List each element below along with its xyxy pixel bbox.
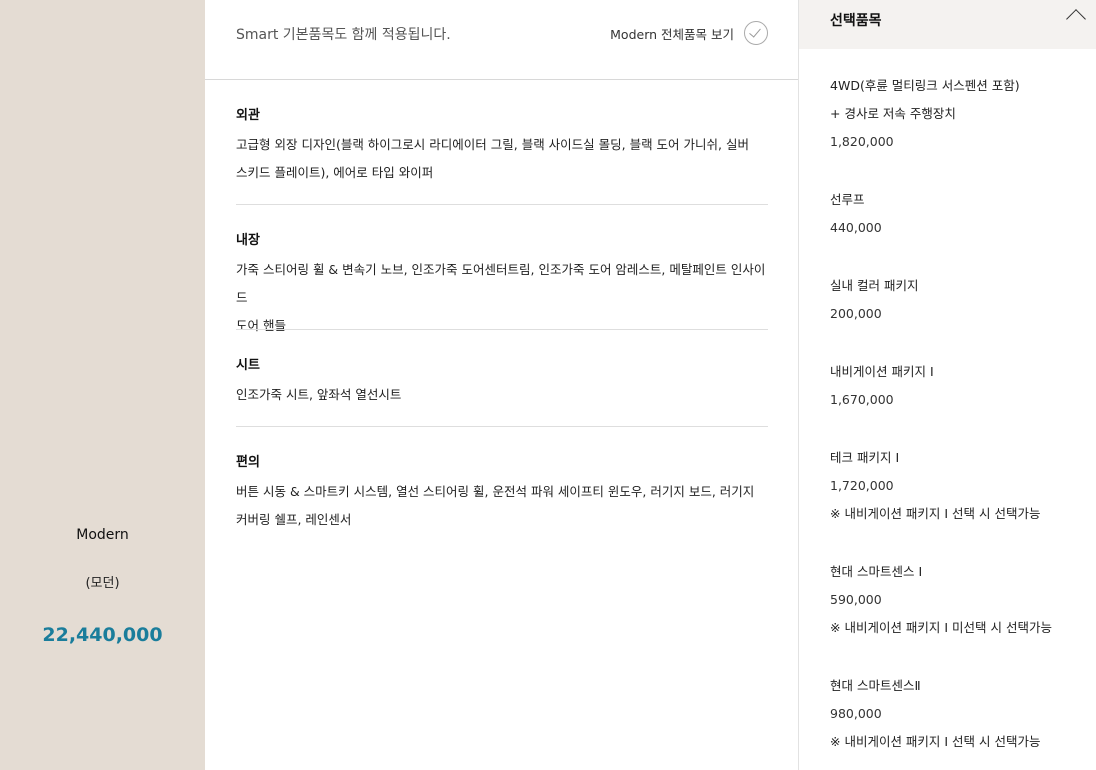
section-line: 고급형 외장 디자인(블랙 하이그로시 라디에이터 그릴, 블랙 사이드실 몰딩… [236,137,749,152]
option-item: 실내 컬러 패키지 200,000 [830,272,1080,328]
chevron-up-icon[interactable] [1066,9,1086,29]
option-name: 현대 스마트센스 Ⅰ [830,564,923,579]
section-body: 고급형 외장 디자인(블랙 하이그로시 라디에이터 그릴, 블랙 사이드실 몰딩… [236,131,768,187]
options-title: 선택품목 [830,13,882,29]
option-item: 테크 패키지 Ⅰ 1,720,000 ※ 내비게이션 패키지 Ⅰ 선택 시 선택… [830,444,1080,528]
section-title: 외관 [236,108,260,123]
option-detail: + 경사로 저속 주행장치 [830,106,956,121]
option-price: 590,000 [830,592,882,607]
option-name: 내비게이션 패키지 Ⅰ [830,364,934,379]
option-note: ※ 내비게이션 패키지 Ⅰ 선택 시 선택가능 [830,734,1041,749]
option-note: ※ 내비게이션 패키지 Ⅰ 미선택 시 선택가능 [830,620,1053,635]
divider [236,204,768,205]
section-line: 버튼 시동 & 스마트키 시스템, 열선 스티어링 휠, 운전석 파워 세이프티… [236,484,755,499]
option-item: 현대 스마트센스Ⅱ 980,000 ※ 내비게이션 패키지 Ⅰ 선택 시 선택가… [830,672,1080,756]
option-price: 1,820,000 [830,134,894,149]
trim-subname: (모던) [85,576,120,591]
section-seat: 시트 인조가죽 시트, 앞좌석 열선시트 [236,354,768,409]
section-body: 인조가죽 시트, 앞좌석 열선시트 [236,381,768,409]
section-line: 커버링 쉘프, 레인센서 [236,512,352,527]
option-item: 4WD(후륜 멀티링크 서스펜션 포함) + 경사로 저속 주행장치 1,820… [830,72,1080,156]
basic-items-panel: Smart 기본품목도 함께 적용됩니다. Modern 전체품목 보기 외관 … [205,0,798,770]
option-item: 선루프 440,000 [830,186,1080,242]
option-name: 4WD(후륜 멀티링크 서스펜션 포함) [830,78,1020,93]
section-title: 편의 [236,455,260,470]
divider [236,329,768,330]
option-price: 1,670,000 [830,392,894,407]
section-line: 도어 핸들 [236,318,286,333]
section-line: 스키드 플레이트), 에어로 타입 와이퍼 [236,165,434,180]
section-line: 인조가죽 시트, 앞좌석 열선시트 [236,387,402,402]
section-title: 시트 [236,358,260,373]
section-convenience: 편의 버튼 시동 & 스마트키 시스템, 열선 스티어링 휠, 운전석 파워 세… [236,451,768,534]
option-name: 현대 스마트센스Ⅱ [830,678,921,693]
option-item: 내비게이션 패키지 Ⅰ 1,670,000 [830,358,1080,414]
section-exterior: 외관 고급형 외장 디자인(블랙 하이그로시 라디에이터 그릴, 블랙 사이드실… [236,104,768,187]
option-price: 1,720,000 [830,478,894,493]
trim-name: Modern [76,527,129,543]
option-price: 440,000 [830,220,882,235]
section-body: 가죽 스티어링 휠 & 변속기 노브, 인조가죽 도어센터트림, 인조가죽 도어… [236,256,768,340]
view-all-items-button[interactable]: Modern 전체품목 보기 [610,21,768,45]
options-panel: 선택품목 4WD(후륜 멀티링크 서스펜션 포함) + 경사로 저속 주행장치 … [798,0,1096,770]
basic-items-header: Smart 기본품목도 함께 적용됩니다. Modern 전체품목 보기 [205,0,798,80]
check-circle-icon [744,21,768,45]
section-title: 내장 [236,233,260,248]
header-note: Smart 기본품목도 함께 적용됩니다. [236,27,451,43]
trim-price: 22,440,000 [42,624,163,646]
section-line: 가죽 스티어링 휠 & 변속기 노브, 인조가죽 도어센터트림, 인조가죽 도어… [236,262,766,305]
option-name: 테크 패키지 Ⅰ [830,450,900,465]
option-price: 980,000 [830,706,882,721]
options-header[interactable]: 선택품목 [799,0,1096,49]
section-body: 버튼 시동 & 스마트키 시스템, 열선 스티어링 휠, 운전석 파워 세이프티… [236,478,768,534]
option-name: 선루프 [830,192,865,207]
option-note: ※ 내비게이션 패키지 Ⅰ 선택 시 선택가능 [830,506,1041,521]
option-price: 200,000 [830,306,882,321]
divider [236,426,768,427]
view-all-items-label: Modern 전체품목 보기 [610,26,734,42]
option-name: 실내 컬러 패키지 [830,278,919,293]
trim-panel: Modern (모던) 22,440,000 [0,0,205,770]
section-interior: 내장 가죽 스티어링 휠 & 변속기 노브, 인조가죽 도어센터트림, 인조가죽… [236,229,768,340]
option-item: 현대 스마트센스 Ⅰ 590,000 ※ 내비게이션 패키지 Ⅰ 미선택 시 선… [830,558,1080,642]
